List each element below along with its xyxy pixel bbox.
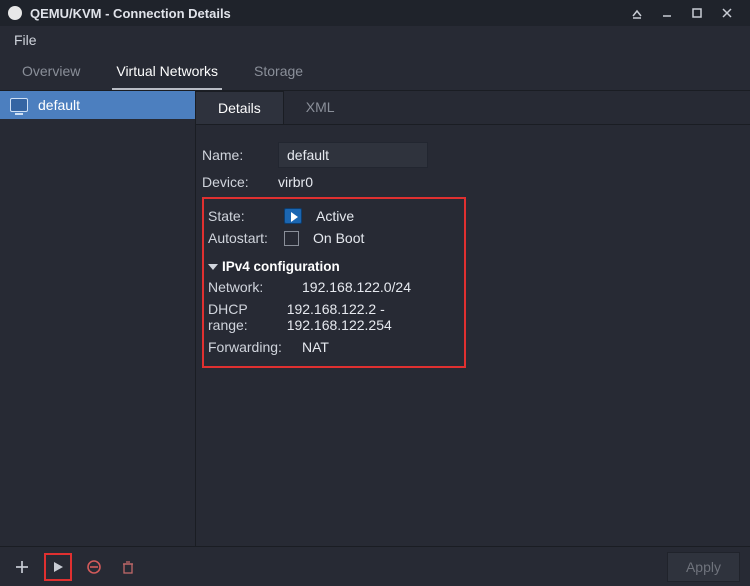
device-value: virbr0 — [278, 174, 313, 190]
add-network-button[interactable] — [10, 555, 34, 579]
forwarding-value: NAT — [302, 339, 329, 355]
main-tabs: Overview Virtual Networks Storage — [0, 54, 750, 91]
row-network: Network: 192.168.122.0/24 — [208, 276, 456, 298]
state-value: Active — [316, 208, 354, 224]
sub-tabs: Details XML — [196, 91, 750, 125]
state-label: State: — [208, 208, 274, 224]
row-forwarding: Forwarding: NAT — [208, 336, 456, 358]
expand-triangle-icon — [208, 264, 218, 270]
row-dhcp: DHCP range: 192.168.122.2 - 192.168.122.… — [208, 298, 456, 336]
network-item-default[interactable]: default — [0, 91, 195, 119]
start-network-button[interactable] — [44, 553, 72, 581]
row-autostart: Autostart: On Boot — [208, 227, 456, 249]
delete-network-button[interactable] — [116, 555, 140, 579]
name-label: Name: — [202, 147, 268, 163]
bottombar: Apply — [0, 546, 750, 586]
subtab-xml[interactable]: XML — [284, 91, 357, 124]
trash-icon — [121, 560, 135, 574]
forwarding-label: Forwarding: — [208, 339, 292, 355]
network-value: 192.168.122.0/24 — [302, 279, 411, 295]
window-title: QEMU/KVM - Connection Details — [30, 6, 231, 21]
stop-icon — [86, 559, 102, 575]
row-state: State: Active — [208, 205, 456, 227]
autostart-checkbox-label: On Boot — [313, 230, 364, 246]
network-icon — [10, 98, 28, 112]
close-button[interactable] — [712, 7, 742, 19]
autostart-checkbox[interactable] — [284, 231, 299, 246]
titlebar: QEMU/KVM - Connection Details — [0, 0, 750, 26]
details-form: Name: Device: virbr0 State: Active Autos… — [196, 125, 750, 546]
plus-icon — [15, 560, 29, 574]
ipv4-section-label: IPv4 configuration — [222, 259, 340, 274]
subtab-details[interactable]: Details — [196, 91, 284, 124]
content-area: default Details XML Name: Device: virbr0… — [0, 91, 750, 546]
autostart-label: Autostart: — [208, 230, 274, 246]
dhcp-value: 192.168.122.2 - 192.168.122.254 — [287, 301, 456, 333]
name-input[interactable] — [278, 142, 428, 168]
minimize-button[interactable] — [652, 7, 682, 19]
tab-virtual-networks[interactable]: Virtual Networks — [112, 54, 222, 90]
play-triangle-icon — [52, 561, 64, 573]
menubar: File — [0, 26, 750, 54]
dhcp-label: DHCP range: — [208, 301, 277, 333]
apply-button[interactable]: Apply — [667, 552, 740, 582]
network-item-label: default — [38, 97, 80, 113]
device-label: Device: — [202, 174, 268, 190]
tab-overview[interactable]: Overview — [18, 54, 84, 90]
highlight-box: State: Active Autostart: On Boot IPv4 co… — [202, 197, 466, 368]
stop-network-button[interactable] — [82, 555, 106, 579]
network-label: Network: — [208, 279, 292, 295]
ipv4-section-header[interactable]: IPv4 configuration — [208, 255, 456, 276]
play-icon — [284, 208, 302, 224]
sidebar: default — [0, 91, 196, 546]
keep-above-button[interactable] — [622, 7, 652, 19]
maximize-button[interactable] — [682, 7, 712, 19]
tab-storage[interactable]: Storage — [250, 54, 307, 90]
details-panel: Details XML Name: Device: virbr0 State: … — [196, 91, 750, 546]
row-device: Device: virbr0 — [202, 171, 750, 193]
row-name: Name: — [202, 139, 750, 171]
network-list: default — [0, 91, 196, 546]
app-icon — [8, 6, 22, 20]
menu-file[interactable]: File — [8, 28, 43, 52]
